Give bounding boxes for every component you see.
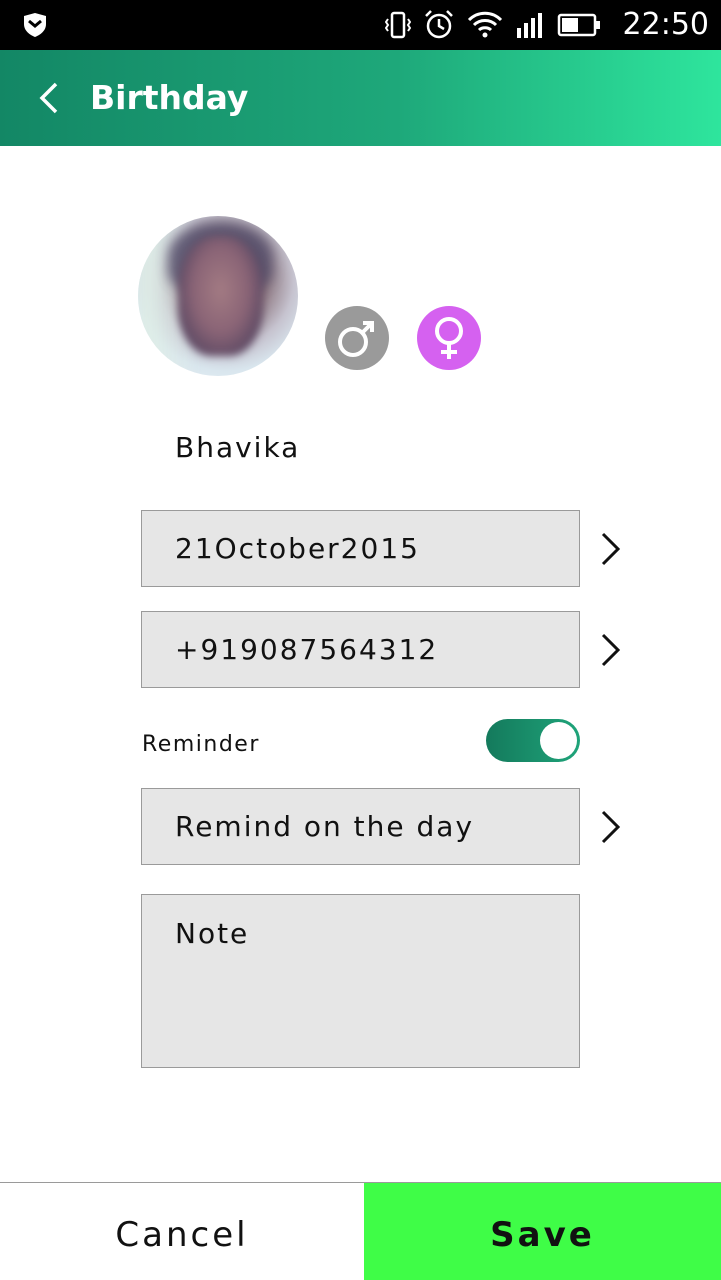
page-title: Birthday (90, 78, 249, 117)
remind-option-value: Remind on the day (175, 810, 475, 843)
gender-female-button[interactable] (417, 306, 481, 370)
remind-option-field[interactable]: Remind on the day (141, 788, 580, 865)
status-icons (385, 10, 601, 40)
date-field[interactable]: 21October2015 (141, 510, 580, 587)
phone-value: +919087564312 (175, 633, 439, 666)
save-label: Save (490, 1215, 595, 1255)
chevron-right-icon[interactable] (598, 809, 624, 845)
gender-male-button[interactable] (325, 306, 389, 370)
toggle-knob (540, 722, 577, 759)
note-field[interactable]: Note (141, 894, 580, 1068)
cancel-button[interactable]: Cancel (0, 1183, 364, 1280)
contact-name: Bhavika (175, 431, 301, 464)
reminder-label: Reminder (142, 732, 260, 757)
battery-icon (557, 13, 600, 37)
reminder-toggle[interactable] (486, 719, 580, 762)
male-symbol-icon (338, 321, 374, 357)
phone-field[interactable]: +919087564312 (141, 611, 580, 688)
female-symbol-icon (435, 317, 463, 359)
note-placeholder: Note (175, 917, 250, 950)
save-button[interactable]: Save (364, 1183, 721, 1280)
cancel-label: Cancel (115, 1215, 249, 1255)
vibrate-icon (385, 11, 411, 39)
shield-icon (24, 13, 46, 37)
bottom-action-bar: Cancel Save (0, 1182, 721, 1280)
alarm-icon (425, 10, 453, 39)
chevron-right-icon[interactable] (598, 531, 624, 567)
date-value: 21October2015 (175, 532, 420, 565)
status-time: 22:50 (622, 7, 709, 42)
signal-icon (517, 13, 542, 38)
app-bar: Birthday (0, 50, 721, 146)
status-bar: 22:50 (0, 0, 721, 50)
avatar[interactable] (138, 216, 298, 376)
wifi-icon (467, 11, 503, 38)
chevron-right-icon[interactable] (598, 632, 624, 668)
chevron-left-icon[interactable] (30, 78, 70, 118)
